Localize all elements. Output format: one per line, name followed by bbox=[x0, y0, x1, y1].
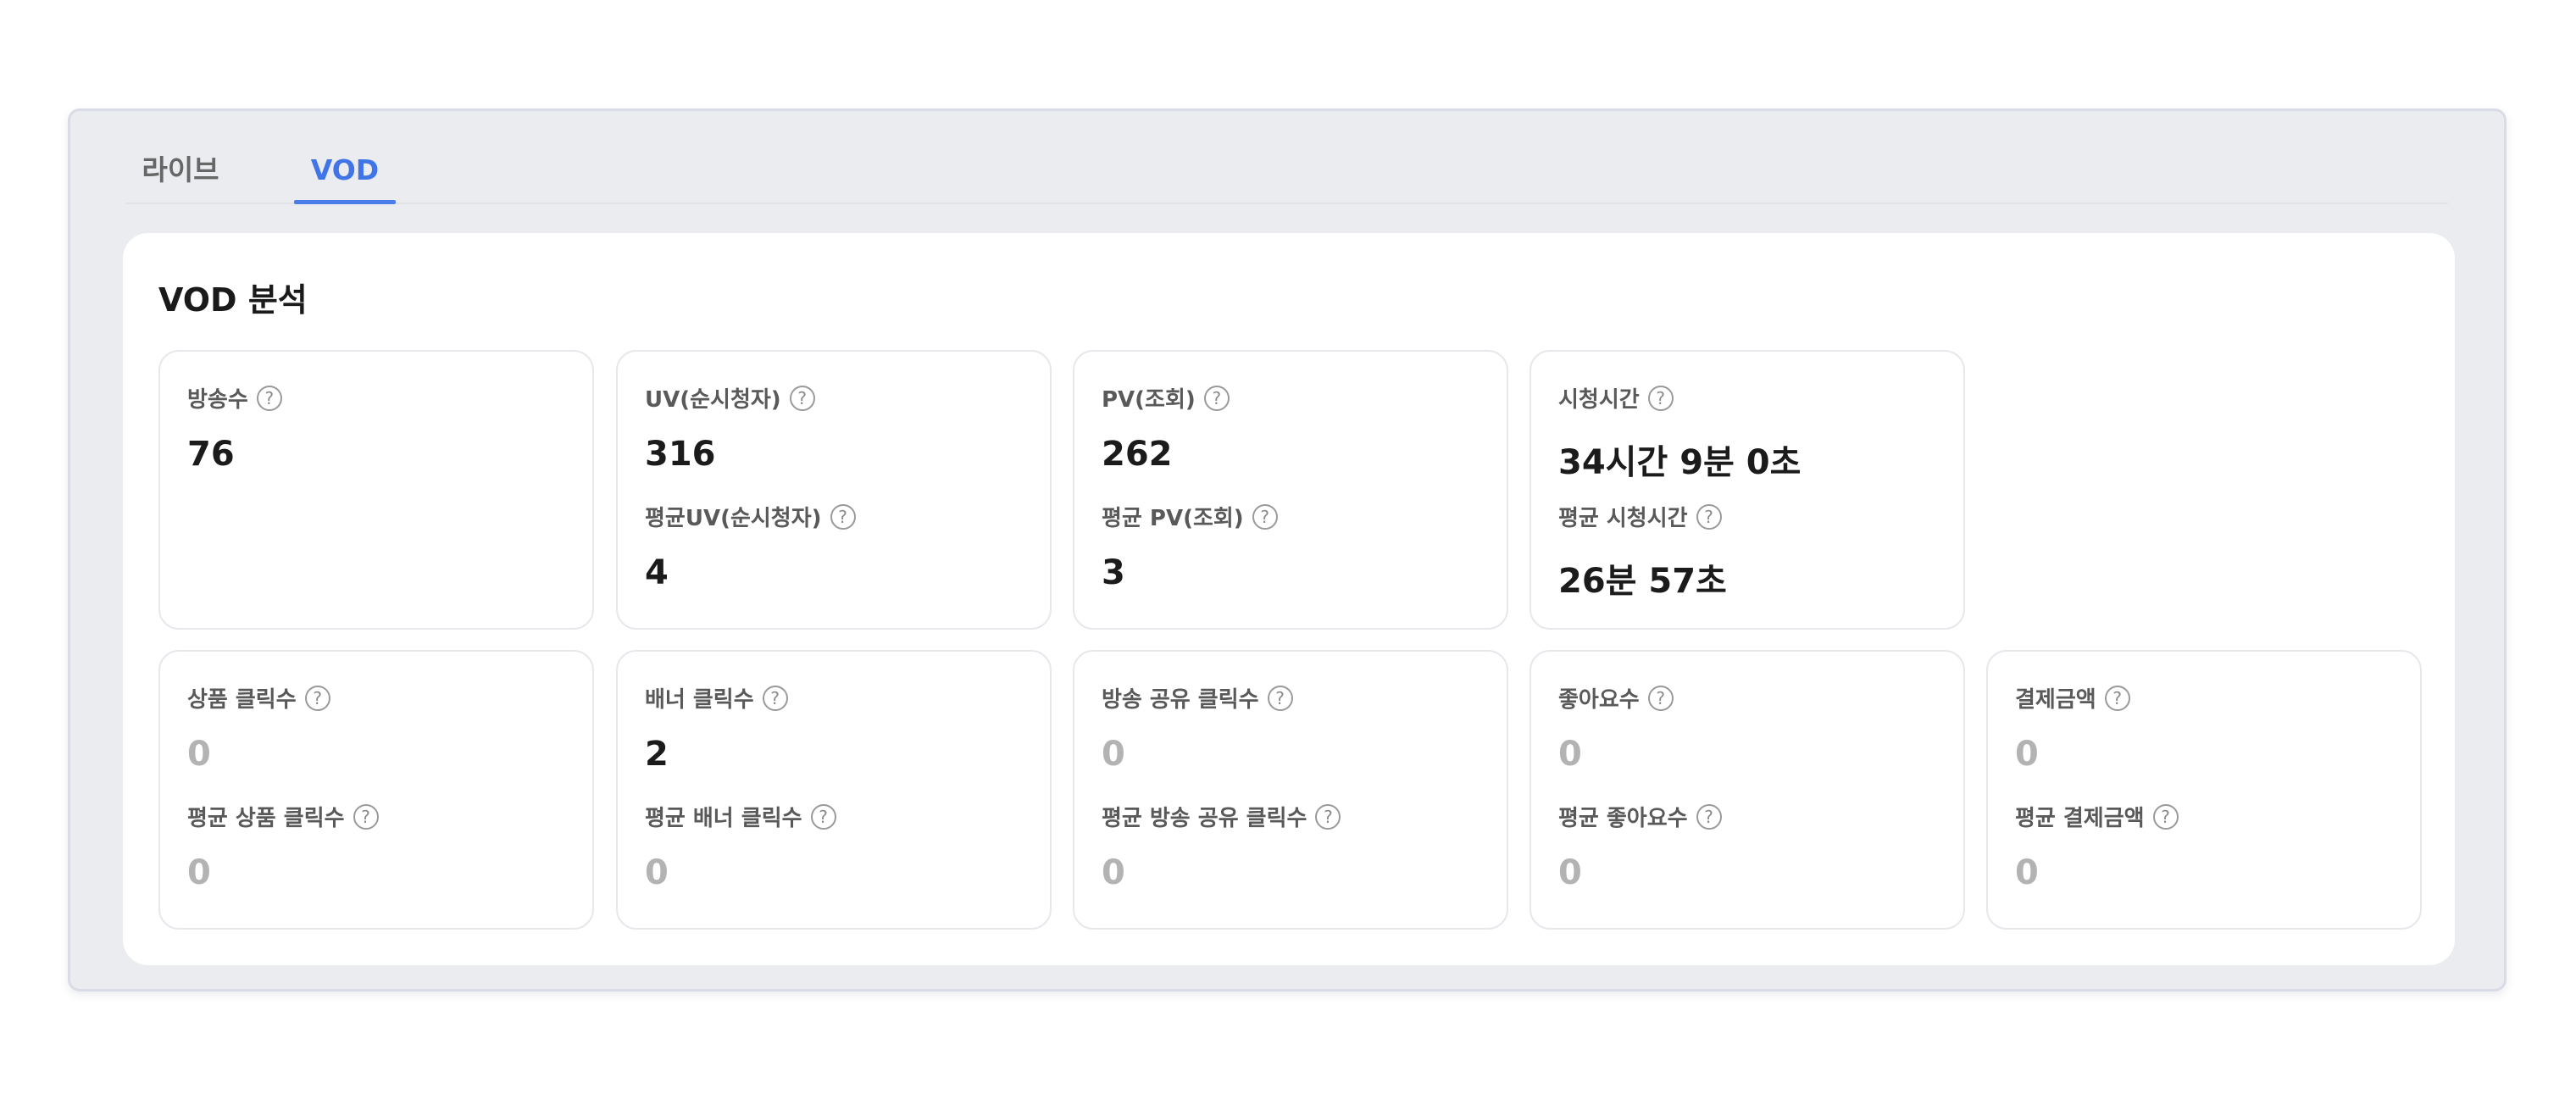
help-icon[interactable]: ? bbox=[304, 685, 330, 711]
stat-value: 0 bbox=[1558, 735, 1582, 774]
stat-card-payment-amount: 결제금액? 0 평균 결제금액? 0 bbox=[1986, 650, 2422, 930]
tab-live[interactable]: 라이브 bbox=[138, 145, 223, 203]
help-icon[interactable]: ? bbox=[353, 803, 379, 830]
stat-sub-label: 평균 좋아요수? bbox=[1558, 801, 1722, 832]
stat-label: 시청시간? bbox=[1558, 382, 1674, 414]
stat-value: 2 bbox=[645, 735, 669, 774]
panel-title: VOD 분석 bbox=[158, 281, 308, 319]
help-icon[interactable]: ? bbox=[1267, 685, 1293, 711]
stat-value: 0 bbox=[1102, 735, 1125, 774]
stat-sub-value: 0 bbox=[1102, 853, 1125, 892]
stat-card-watch-time: 시청시간? 34시간 9분 0초 평균 시청시간? 26분 57초 bbox=[1530, 350, 1965, 630]
stat-card-uv: UV(순시청자)? 316 평균UV(순시청자)? 4 bbox=[616, 350, 1052, 630]
stat-value: 262 bbox=[1102, 435, 1173, 474]
stat-value: 0 bbox=[2015, 735, 2039, 774]
stat-card-banner-clicks: 배너 클릭수? 2 평균 배너 클릭수? 0 bbox=[616, 650, 1052, 930]
analytics-container: 라이브 VOD VOD 분석 방송수? 76 UV(순시청자)? 316 평균U… bbox=[68, 108, 2507, 991]
help-icon[interactable]: ? bbox=[256, 385, 282, 411]
stat-label: 상품 클릭수? bbox=[187, 682, 330, 714]
stat-value: 316 bbox=[645, 435, 716, 474]
stat-value: 0 bbox=[187, 735, 211, 774]
stat-label: 결제금액? bbox=[2015, 682, 2130, 714]
stat-label: 좋아요수? bbox=[1558, 682, 1674, 714]
stat-sub-label: 평균 PV(조회)? bbox=[1102, 501, 1278, 532]
help-icon[interactable]: ? bbox=[1647, 385, 1674, 411]
help-icon[interactable]: ? bbox=[1647, 685, 1674, 711]
stat-card-likes: 좋아요수? 0 평균 좋아요수? 0 bbox=[1530, 650, 1965, 930]
vod-analysis-panel: VOD 분석 방송수? 76 UV(순시청자)? 316 평균UV(순시청자)?… bbox=[123, 233, 2455, 965]
stat-sub-value: 0 bbox=[2015, 853, 2039, 892]
stat-sub-value: 0 bbox=[645, 853, 669, 892]
help-icon[interactable]: ? bbox=[1252, 503, 1278, 530]
stat-label: PV(조회)? bbox=[1102, 382, 1230, 414]
stat-value: 76 bbox=[187, 435, 235, 474]
help-icon[interactable]: ? bbox=[830, 503, 856, 530]
stat-sub-label: 평균 결제금액? bbox=[2015, 801, 2179, 832]
stat-sub-value: 4 bbox=[645, 553, 669, 592]
help-icon[interactable]: ? bbox=[789, 385, 815, 411]
stat-sub-label: 평균 방송 공유 클릭수? bbox=[1102, 801, 1341, 832]
help-icon[interactable]: ? bbox=[1315, 803, 1341, 830]
stat-label: 방송수? bbox=[187, 382, 282, 414]
stat-card-share-clicks: 방송 공유 클릭수? 0 평균 방송 공유 클릭수? 0 bbox=[1073, 650, 1508, 930]
help-icon[interactable]: ? bbox=[1203, 385, 1230, 411]
stat-sub-value: 3 bbox=[1102, 553, 1125, 592]
tab-vod[interactable]: VOD bbox=[294, 145, 396, 204]
stat-value: 34시간 9분 0초 bbox=[1558, 443, 1802, 482]
stat-card-pv: PV(조회)? 262 평균 PV(조회)? 3 bbox=[1073, 350, 1508, 630]
help-icon[interactable]: ? bbox=[1696, 803, 1722, 830]
stat-sub-value: 0 bbox=[1558, 853, 1582, 892]
stat-sub-value: 26분 57초 bbox=[1558, 562, 1727, 601]
stat-label: 방송 공유 클릭수? bbox=[1102, 682, 1293, 714]
help-icon[interactable]: ? bbox=[810, 803, 836, 830]
help-icon[interactable]: ? bbox=[2152, 803, 2179, 830]
stat-sub-label: 평균 상품 클릭수? bbox=[187, 801, 379, 832]
help-icon[interactable]: ? bbox=[1696, 503, 1722, 530]
stat-sub-value: 0 bbox=[187, 853, 211, 892]
stat-sub-label: 평균 배너 클릭수? bbox=[645, 801, 836, 832]
help-icon[interactable]: ? bbox=[2104, 685, 2130, 711]
stat-label: 배너 클릭수? bbox=[645, 682, 788, 714]
stat-card-product-clicks: 상품 클릭수? 0 평균 상품 클릭수? 0 bbox=[158, 650, 594, 930]
stat-label: UV(순시청자)? bbox=[645, 382, 815, 414]
help-icon[interactable]: ? bbox=[762, 685, 788, 711]
stat-sub-label: 평균 시청시간? bbox=[1558, 501, 1722, 532]
tab-bar: 라이브 VOD bbox=[126, 145, 2448, 204]
stat-card-broadcast-count: 방송수? 76 bbox=[158, 350, 594, 630]
stat-sub-label: 평균UV(순시청자)? bbox=[645, 501, 856, 532]
